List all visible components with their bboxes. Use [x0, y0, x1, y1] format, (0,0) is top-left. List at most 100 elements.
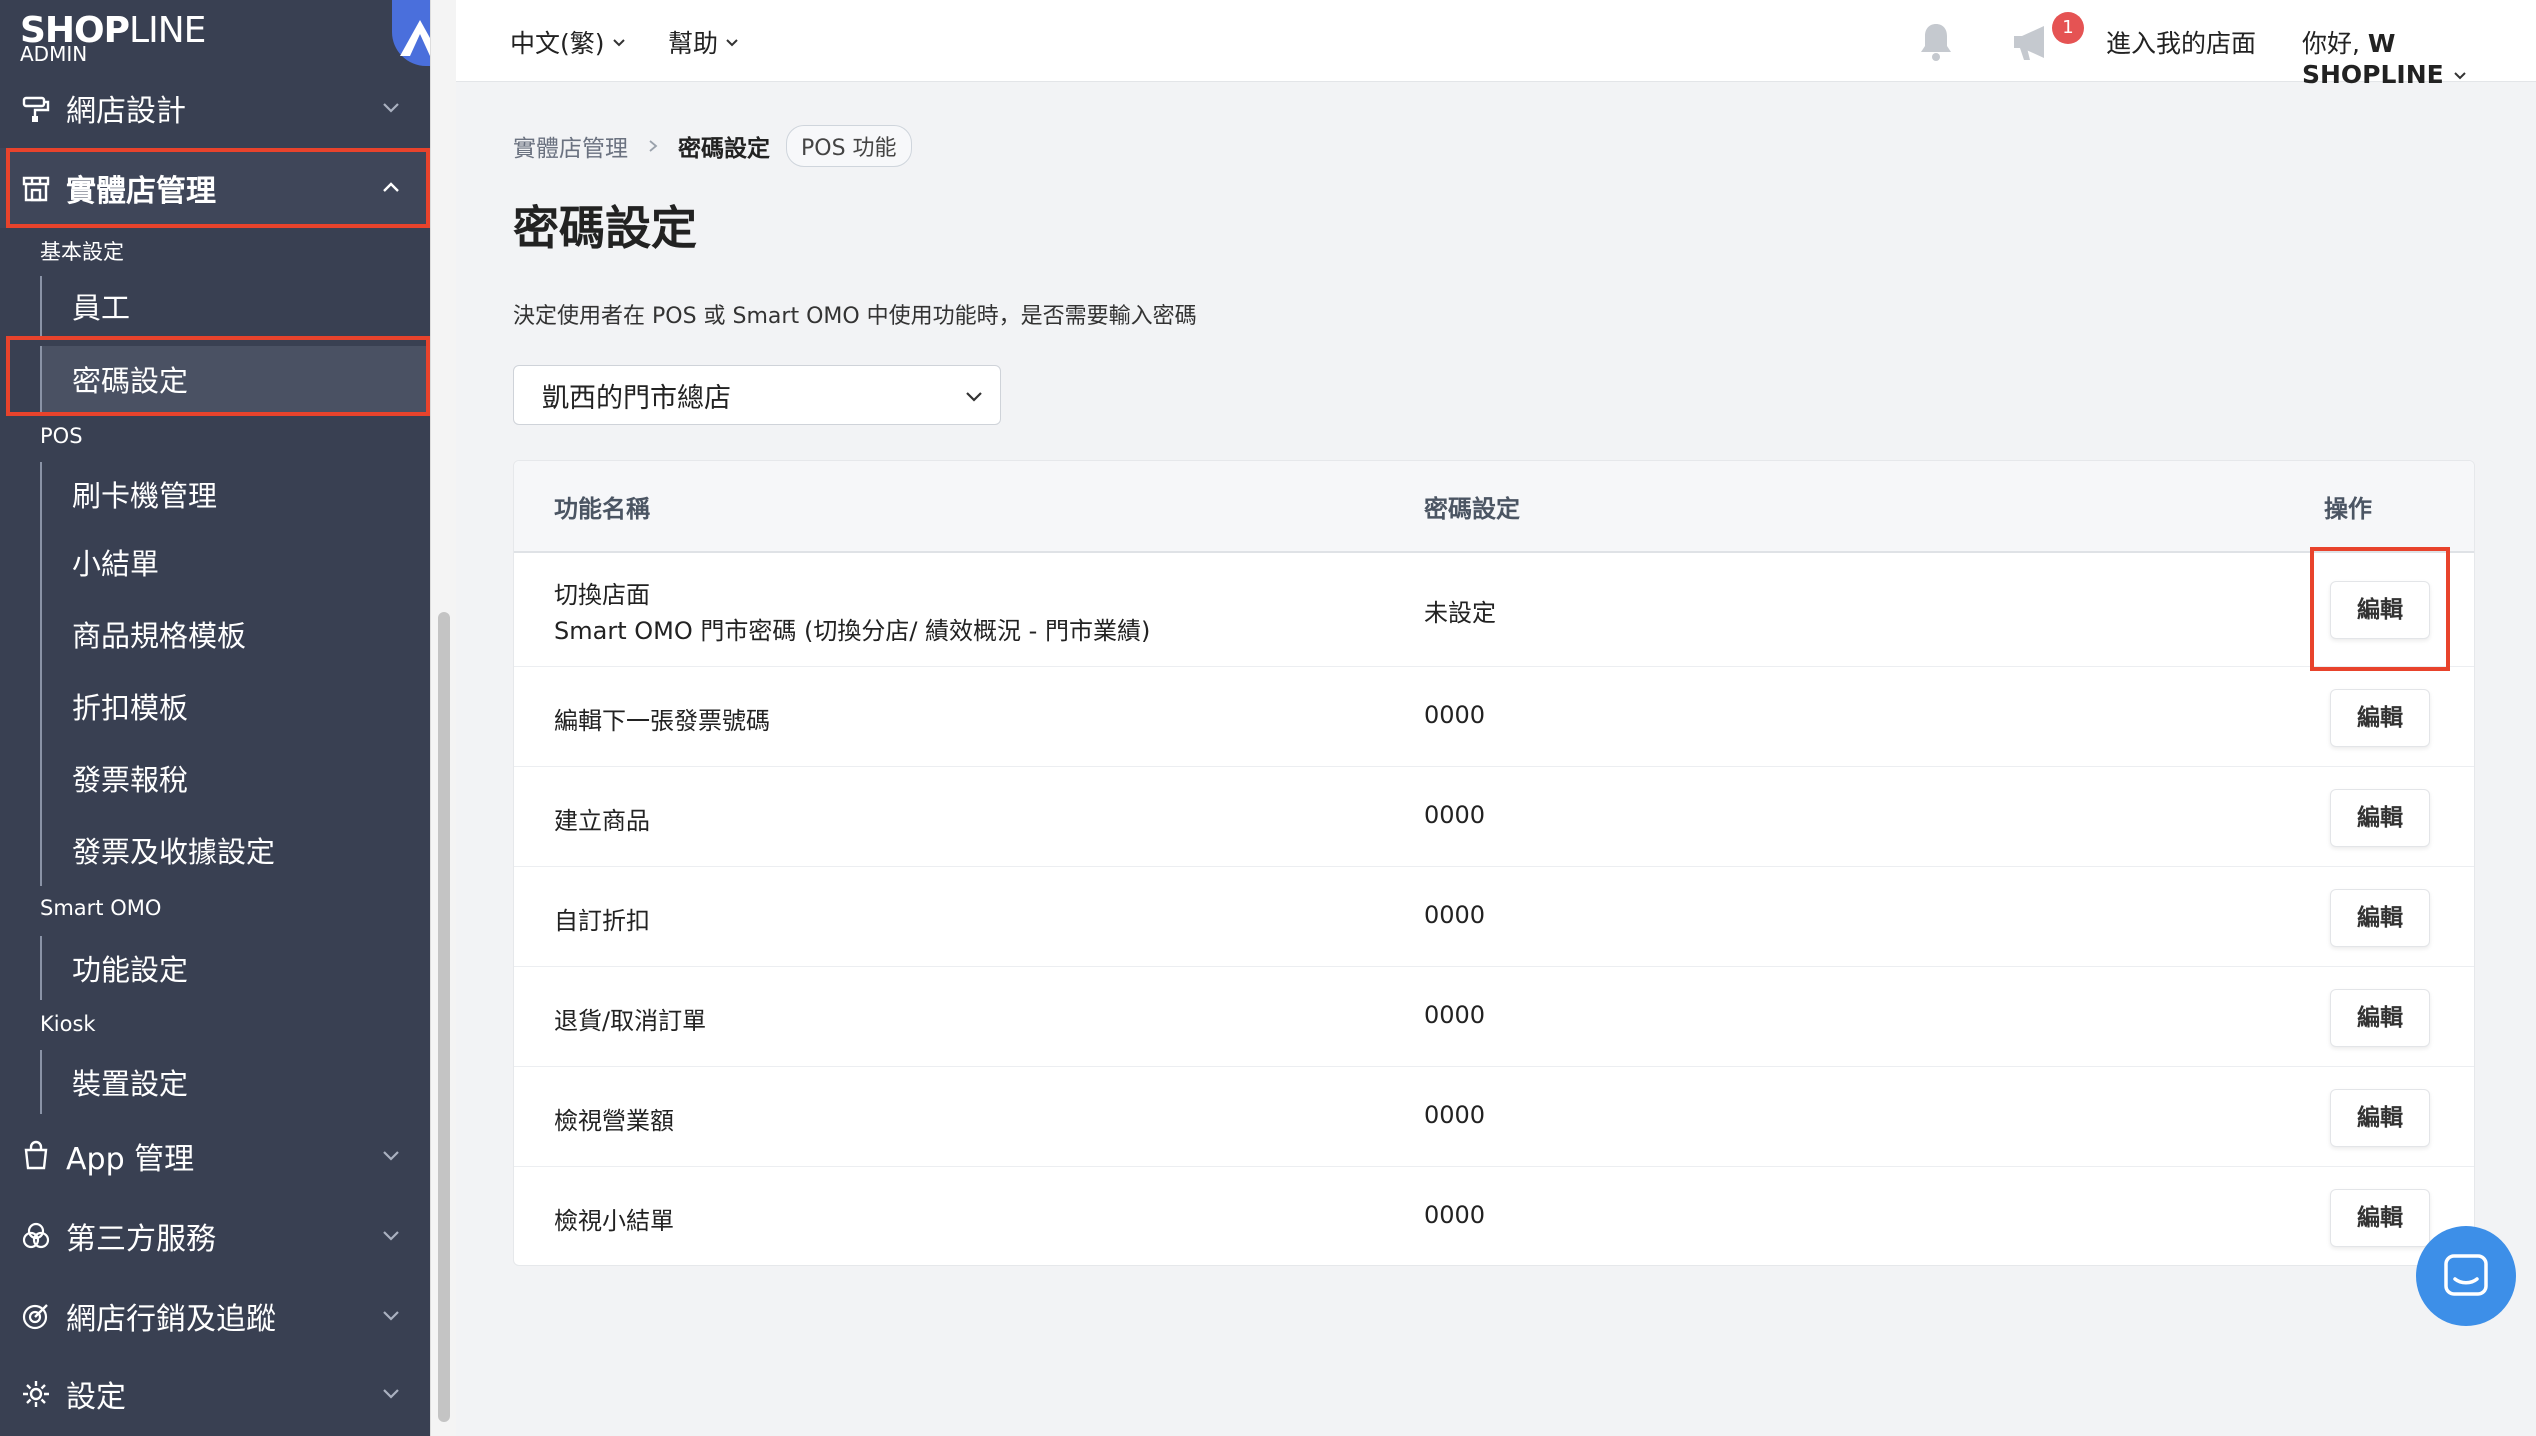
- scrollbar-thumb[interactable]: [438, 612, 450, 1422]
- breadcrumb-parent[interactable]: 實體店管理: [513, 129, 628, 163]
- table-row: 檢視小結單 0000 編輯: [514, 1167, 2474, 1267]
- sidebar-item-label: 第三方服務: [66, 1222, 216, 1257]
- help-menu[interactable]: 幫助: [668, 24, 740, 60]
- bell-icon[interactable]: [1914, 20, 1958, 64]
- pos-feature-tag: POS 功能: [786, 125, 912, 167]
- chevron-down-icon: [383, 1231, 399, 1241]
- sidebar-item-label: 設定: [66, 1380, 126, 1415]
- gear-icon: [23, 1381, 49, 1407]
- section-label-smart-omo: Smart OMO: [40, 896, 162, 920]
- edit-button[interactable]: 編輯: [2330, 1189, 2430, 1247]
- help-label: 幫助: [668, 29, 719, 58]
- notification-badge: 1: [2052, 12, 2084, 44]
- megaphone-icon[interactable]: [2010, 20, 2056, 64]
- language-selector[interactable]: 中文(繁): [510, 24, 627, 60]
- sidebar-item-label: App 管理: [66, 1142, 195, 1177]
- top-header: 中文(繁) 幫助 1 進入我的店面 你好, W SHOPLINE: [456, 0, 2536, 89]
- edit-button[interactable]: 編輯: [2330, 989, 2430, 1047]
- edit-button[interactable]: 編輯: [2330, 1089, 2430, 1147]
- password-value: 未設定: [1424, 599, 1496, 627]
- column-header-password: 密碼設定: [1424, 495, 1520, 523]
- breadcrumb: 實體店管理 密碼設定 POS 功能: [513, 125, 912, 167]
- user-menu[interactable]: 你好, W SHOPLINE: [2302, 24, 2536, 89]
- edit-button[interactable]: 編輯: [2330, 789, 2430, 847]
- brand-sub: ADMIN: [20, 42, 88, 66]
- chat-icon: [2444, 1254, 2488, 1296]
- sidebar-subitem-card-reader[interactable]: 刷卡機管理: [40, 462, 430, 526]
- page-description: 決定使用者在 POS 或 Smart OMO 中使用功能時，是否需要輸入密碼: [513, 304, 1197, 329]
- breadcrumb-current: 密碼設定: [678, 136, 770, 162]
- highlight-box: [6, 336, 430, 416]
- function-name: 檢視小結單: [554, 1207, 674, 1235]
- paint-roller-icon: [22, 96, 50, 122]
- table-header: 功能名稱 密碼設定 操作: [514, 461, 2474, 553]
- visit-store-link[interactable]: 進入我的店面: [2106, 24, 2256, 60]
- function-name: 建立商品: [554, 807, 650, 835]
- function-name: 編輯下一張發票號碼: [554, 707, 770, 735]
- section-label-pos: POS: [40, 424, 83, 448]
- column-header-name: 功能名稱: [554, 495, 650, 523]
- password-value: 0000: [1424, 1001, 1486, 1029]
- logo[interactable]: SHOPLINE ADMIN: [0, 0, 430, 70]
- edit-button[interactable]: 編輯: [2330, 689, 2430, 747]
- language-label: 中文(繁): [510, 29, 605, 58]
- table-row: 自訂折扣 0000 編輯: [514, 867, 2474, 967]
- sidebar-item-label: 網店設計: [66, 94, 186, 129]
- password-table: 功能名稱 密碼設定 操作 切換店面 Smart OMO 門市密碼 (切換分店/ …: [513, 460, 2475, 1266]
- table-row: 切換店面 Smart OMO 門市密碼 (切換分店/ 績效概況 - 門市業績) …: [514, 553, 2474, 667]
- greeting-label: 你好,: [2302, 29, 2368, 58]
- edit-button[interactable]: 編輯: [2330, 889, 2430, 947]
- function-name: 檢視營業額: [554, 1107, 674, 1135]
- chevron-down-icon: [2453, 72, 2466, 80]
- sidebar-subitem-receipt[interactable]: 小結單: [40, 526, 430, 598]
- column-header-action: 操作: [2324, 495, 2372, 523]
- main-content: 實體店管理 密碼設定 POS 功能 密碼設定 決定使用者在 POS 或 Smar…: [456, 82, 2536, 1436]
- password-value: 0000: [1424, 801, 1486, 829]
- sidebar-subitem-device-settings[interactable]: 裝置設定: [40, 1050, 430, 1114]
- store-select-value: 凱西的門市總店: [542, 382, 731, 414]
- sidebar-item-app-management[interactable]: App 管理: [0, 1116, 430, 1196]
- shopping-bag-icon: [24, 1140, 48, 1170]
- sidebar-subitem-invoice-receipt-settings[interactable]: 發票及收據設定: [40, 814, 430, 886]
- sidebar-item-label: 網店行銷及追蹤: [66, 1302, 276, 1337]
- section-label-kiosk: Kiosk: [40, 1012, 96, 1036]
- chevron-down-icon: [612, 39, 625, 47]
- table-row: 編輯下一張發票號碼 0000 編輯: [514, 667, 2474, 767]
- password-value: 0000: [1424, 901, 1486, 929]
- sidebar-subitem-discount-template[interactable]: 折扣模板: [40, 670, 430, 742]
- chevron-down-icon: [726, 39, 738, 47]
- chevron-down-icon: [383, 1389, 399, 1399]
- sidebar-subitem-feature-settings[interactable]: 功能設定: [40, 936, 430, 1000]
- table-row: 建立商品 0000 編輯: [514, 767, 2474, 867]
- store-select[interactable]: 凱西的門市總店: [513, 365, 1001, 425]
- function-name: 自訂折扣: [554, 907, 650, 935]
- table-row: 檢視營業額 0000 編輯: [514, 1067, 2474, 1167]
- sidebar-item-settings[interactable]: 設定: [0, 1354, 430, 1434]
- target-icon: [22, 1304, 48, 1330]
- sidebar-item-marketing[interactable]: 網店行銷及追蹤: [0, 1276, 430, 1356]
- highlight-box: [2310, 547, 2450, 671]
- password-value: 0000: [1424, 1201, 1486, 1229]
- function-name-sub: Smart OMO 門市密碼 (切換分店/ 績效概況 - 門市業績): [554, 617, 1151, 645]
- sidebar-scrollbar[interactable]: [430, 0, 456, 1436]
- sidebar: SHOPLINE ADMIN 網店設計 實體店管理 基本設定 員工 密碼設定 P…: [0, 0, 452, 1436]
- chevron-down-icon: [383, 1151, 399, 1161]
- sidebar-subitem-staff[interactable]: 員工: [40, 276, 430, 336]
- chevron-down-icon: [966, 392, 982, 402]
- password-value: 0000: [1424, 1101, 1486, 1129]
- function-name: 切換店面: [554, 581, 650, 609]
- sidebar-subitem-variant-template[interactable]: 商品規格模板: [40, 598, 430, 670]
- chevron-down-icon: [383, 1311, 399, 1321]
- function-name: 退貨/取消訂單: [554, 1007, 707, 1035]
- chevron-down-icon: [383, 103, 399, 113]
- password-value: 0000: [1424, 701, 1486, 729]
- sidebar-subitem-invoice-tax[interactable]: 發票報稅: [40, 742, 430, 814]
- chevron-right-icon: [649, 140, 658, 152]
- highlight-box: [6, 148, 430, 228]
- table-row: 退貨/取消訂單 0000 編輯: [514, 967, 2474, 1067]
- sidebar-item-online-store-design[interactable]: 網店設計: [0, 68, 430, 148]
- circles-icon: [22, 1222, 50, 1249]
- sidebar-item-third-party[interactable]: 第三方服務: [0, 1196, 430, 1276]
- section-label-basic: 基本設定: [40, 240, 124, 264]
- chat-widget-button[interactable]: [2416, 1226, 2516, 1326]
